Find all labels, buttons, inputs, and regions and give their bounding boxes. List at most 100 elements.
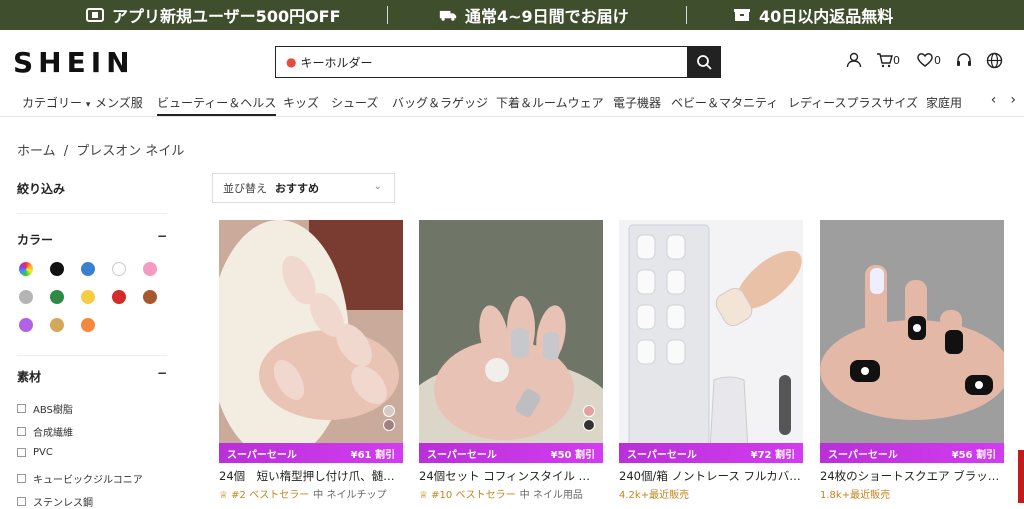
site-header: SHEIN ● キーホルダー 0 0 bbox=[0, 30, 1024, 90]
sale-banner: スーパーセール ¥50 割引 bbox=[419, 443, 603, 463]
recent-sales-label: 1.8k+最近販売 bbox=[820, 490, 891, 501]
checkbox[interactable] bbox=[17, 474, 26, 483]
product-card[interactable]: スーパーセール ¥50 割引 24個セット コフィンスタイル … ♕ #10 ベス… bbox=[419, 220, 603, 501]
product-meta: 4.2k+最近販売 bbox=[619, 486, 689, 501]
chevron-right-icon[interactable]: › bbox=[1010, 92, 1016, 108]
search-value: キーホルダー bbox=[300, 55, 373, 70]
wishlist-button[interactable]: 0 bbox=[916, 52, 941, 68]
promo-item-shipping[interactable]: 通常4~9日間でお届け bbox=[439, 0, 629, 30]
nav-item-electronics[interactable]: 電子機器 bbox=[613, 94, 661, 116]
material-filter-label: 素材 bbox=[17, 370, 42, 384]
color-swatch[interactable] bbox=[50, 318, 64, 332]
material-option[interactable]: ABS樹脂 bbox=[17, 401, 73, 416]
material-option[interactable]: PVC bbox=[17, 447, 53, 458]
product-image[interactable]: スーパーセール ¥72 割引 bbox=[619, 220, 803, 463]
collapse-material-icon[interactable]: − bbox=[157, 366, 168, 380]
product-meta: ♕ #2 ベストセラー 中 ネイルチップ bbox=[219, 486, 386, 501]
nav-item-underwear[interactable]: 下着＆ルームウェア bbox=[496, 94, 604, 116]
material-option-label: キュービックジルコニア bbox=[33, 475, 143, 486]
shein-logo[interactable]: SHEIN bbox=[13, 46, 135, 79]
color-swatch[interactable] bbox=[19, 262, 33, 276]
product-title[interactable]: 24個セット コフィンスタイル … bbox=[419, 468, 603, 484]
chevron-down-icon: ▾ bbox=[85, 100, 91, 110]
checkbox[interactable] bbox=[17, 497, 26, 506]
material-option-label: 合成繊維 bbox=[33, 428, 73, 439]
crown-icon: ♕ bbox=[419, 490, 428, 501]
return-box-icon bbox=[733, 7, 751, 23]
color-swatch[interactable] bbox=[143, 290, 157, 304]
nav-item-category[interactable]: カテゴリー ▾ bbox=[22, 94, 90, 116]
product-image[interactable]: スーパーセール ¥50 割引 bbox=[419, 220, 603, 463]
sort-dropdown[interactable]: 並び替え おすすめ ⌄ bbox=[212, 173, 395, 203]
product-title[interactable]: 24枚のショートスクエア ブラッ… bbox=[820, 468, 1004, 484]
best-seller-badge: ♕ #2 ベストセラー bbox=[219, 486, 309, 501]
color-variant-dots[interactable] bbox=[583, 405, 595, 431]
globe-icon[interactable] bbox=[986, 52, 1003, 73]
promo-text-returns: 40日以内返品無料 bbox=[759, 7, 894, 26]
color-swatch[interactable] bbox=[50, 290, 64, 304]
nav-item-mens[interactable]: メンズ服 bbox=[95, 94, 143, 116]
category-label[interactable]: 中 ネイルチップ bbox=[313, 486, 386, 501]
product-card[interactable]: スーパーセール ¥56 割引 24枚のショートスクエア ブラッ… 1.8k+最近販… bbox=[820, 220, 1004, 501]
material-option[interactable]: キュービックジルコニア bbox=[17, 471, 143, 486]
promo-text-shipping: 通常4~9日間でお届け bbox=[465, 7, 629, 26]
nav-item-baby[interactable]: ベビー＆マタニティ bbox=[671, 94, 778, 116]
search-input[interactable]: ● キーホルダー bbox=[276, 47, 687, 77]
nav-item-shoes[interactable]: シューズ bbox=[331, 94, 378, 116]
best-seller-label: #10 ベストセラー bbox=[431, 490, 516, 501]
color-swatch[interactable] bbox=[112, 262, 126, 276]
search-button[interactable] bbox=[687, 47, 720, 77]
account-icon[interactable] bbox=[846, 52, 862, 72]
nav-item-kids[interactable]: キッズ bbox=[283, 94, 319, 116]
nav-item-home[interactable]: 家庭用 bbox=[926, 94, 970, 116]
breadcrumb: ホーム / プレスオン ネイル bbox=[17, 140, 184, 159]
category-label[interactable]: 中 ネイル用品 bbox=[520, 486, 583, 501]
promo-item-returns[interactable]: 40日以内返品無料 bbox=[733, 0, 893, 30]
breadcrumb-current: プレスオン ネイル bbox=[76, 144, 185, 159]
chevron-left-icon[interactable]: ‹ bbox=[991, 92, 997, 108]
promo-text-app: アプリ新規ユーザー500円OFF bbox=[112, 7, 341, 26]
search-icon bbox=[696, 55, 712, 70]
collapse-color-icon[interactable]: − bbox=[157, 229, 168, 243]
product-title[interactable]: 24個 短い楕型押し付け爪、髄… bbox=[219, 468, 403, 484]
color-swatch[interactable] bbox=[81, 318, 95, 332]
nav-item-plus-size[interactable]: レディースプラスサイズ bbox=[788, 94, 918, 116]
color-swatch[interactable] bbox=[81, 262, 95, 276]
product-card[interactable]: スーパーセール ¥72 割引 240個/箱 ノントレース フルカバ… 4.2k+最… bbox=[619, 220, 803, 501]
truck-icon bbox=[439, 7, 457, 23]
color-variant-dots[interactable] bbox=[383, 405, 395, 431]
product-image[interactable]: スーパーセール ¥56 割引 bbox=[820, 220, 1004, 463]
checkbox[interactable] bbox=[17, 448, 26, 457]
material-option-label: ABS樹脂 bbox=[33, 405, 73, 416]
checkbox[interactable] bbox=[17, 404, 26, 413]
product-image[interactable]: スーパーセール ¥61 割引 bbox=[219, 220, 403, 463]
nav-item-beauty[interactable]: ビューティー＆ヘルス bbox=[157, 94, 277, 116]
color-swatch[interactable] bbox=[50, 262, 64, 276]
color-swatch[interactable] bbox=[143, 262, 157, 276]
divider bbox=[17, 355, 167, 356]
promo-divider bbox=[387, 6, 388, 24]
filter-title: 絞り込み bbox=[17, 182, 66, 196]
color-swatch[interactable] bbox=[81, 290, 95, 304]
product-meta: ♕ #10 ベストセラー 中 ネイル用品 bbox=[419, 486, 583, 501]
breadcrumb-home[interactable]: ホーム bbox=[17, 144, 56, 159]
cart-button[interactable]: 0 bbox=[876, 52, 900, 68]
checkbox[interactable] bbox=[17, 427, 26, 436]
material-option[interactable]: ステンレス鋼 bbox=[17, 494, 93, 509]
headset-icon[interactable] bbox=[956, 52, 972, 72]
material-option[interactable]: 合成繊維 bbox=[17, 424, 73, 439]
material-option-label: ステンレス鋼 bbox=[33, 498, 93, 509]
discount-label: ¥50 割引 bbox=[550, 449, 595, 461]
nav-item-label: カテゴリー bbox=[22, 96, 83, 110]
product-card[interactable]: スーパーセール ¥61 割引 24個 短い楕型押し付け爪、髄… ♕ #2 ベストセ… bbox=[219, 220, 403, 501]
cart-count: 0 bbox=[893, 53, 900, 67]
color-swatch[interactable] bbox=[19, 318, 33, 332]
product-title[interactable]: 240個/箱 ノントレース フルカバ… bbox=[619, 468, 803, 484]
color-swatch[interactable] bbox=[112, 290, 126, 304]
color-swatch[interactable] bbox=[19, 290, 33, 304]
discount-label: ¥61 割引 bbox=[350, 449, 395, 461]
nav-item-bags[interactable]: バッグ＆ラゲッジ bbox=[392, 94, 488, 116]
sale-label: スーパーセール bbox=[828, 449, 898, 461]
product-meta: 1.8k+最近販売 bbox=[820, 486, 890, 501]
promo-item-app[interactable]: アプリ新規ユーザー500円OFF bbox=[86, 0, 341, 30]
